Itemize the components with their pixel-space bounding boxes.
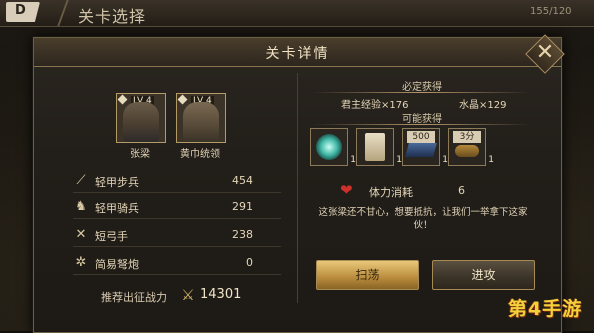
reward-item[interactable]: 1: [310, 128, 356, 166]
scroll-icon: [365, 133, 385, 161]
attack-button[interactable]: 进攻: [432, 260, 535, 290]
section-divider: [313, 92, 531, 93]
dialog-header: 关卡详情: [34, 38, 561, 67]
crossed-swords-icon: ⚔: [181, 286, 195, 304]
orb-icon: [316, 134, 342, 160]
blue-gem-icon: [405, 143, 437, 157]
hero-face: [123, 102, 159, 142]
possible-rewards-title: 可能获得: [402, 114, 442, 125]
panel-divider: [297, 73, 298, 303]
gold-icon: [455, 145, 479, 157]
stage-quote: 这张梁还不甘心，想要抵抗，让我们一举拿下这家伙！: [318, 207, 528, 231]
back-label: D: [15, 3, 26, 18]
unit-count: 238: [232, 228, 253, 241]
reward-item[interactable]: 500 1: [402, 128, 448, 166]
sweep-button[interactable]: 扫荡: [316, 260, 419, 290]
guaranteed-rewards-title: 必定获得: [402, 82, 442, 93]
unit-row: ✕ 短弓手 238: [73, 226, 281, 247]
stamina-value: 6: [458, 184, 465, 197]
item-count: 1: [488, 155, 494, 165]
stamina-label: 体力消耗: [369, 186, 413, 199]
hero-portrait[interactable]: LV 4: [116, 93, 166, 143]
catapult-icon: ✲: [75, 255, 87, 270]
heart-icon: ❤: [340, 181, 353, 199]
unit-count: 0: [246, 256, 253, 269]
top-divider: [57, 0, 69, 26]
unit-row: ⟋ 轻甲步兵 454: [73, 172, 281, 193]
horse-icon: ♞: [75, 199, 87, 214]
unit-name: 轻甲骑兵: [95, 202, 139, 215]
reward-item[interactable]: 1: [356, 128, 402, 166]
unit-count: 454: [232, 174, 253, 187]
recommended-power-label: 推荐出征战力: [101, 291, 167, 304]
top-title: 关卡选择: [78, 7, 147, 26]
unit-count: 291: [232, 200, 253, 213]
unit-row: ✲ 简易弩炮 0: [73, 254, 281, 275]
close-icon[interactable]: ✕: [531, 39, 559, 67]
exp-reward: 君主经验×176: [341, 100, 409, 111]
unit-name: 轻甲步兵: [95, 176, 139, 189]
watermark-logo: 第4手游: [508, 298, 583, 320]
hero-face: [183, 102, 219, 142]
unit-name: 短弓手: [95, 230, 128, 243]
hero-name: 黄巾统领: [180, 149, 220, 160]
item-tag: 500: [407, 131, 435, 143]
hero-portrait[interactable]: LV 4: [176, 93, 226, 143]
bow-icon: ✕: [75, 227, 87, 242]
rank-diamond-icon: [177, 94, 188, 105]
spear-icon: ⟋: [76, 173, 86, 188]
crystal-reward: 水晶×129: [459, 100, 507, 111]
recommended-power-value: 14301: [200, 287, 242, 302]
item-tag: 3分: [453, 131, 481, 143]
unit-name: 简易弩炮: [95, 258, 139, 271]
unit-row: ♞ 轻甲骑兵 291: [73, 198, 281, 219]
section-divider: [313, 124, 531, 125]
back-button[interactable]: D: [6, 2, 40, 22]
reward-item[interactable]: 3分 1: [448, 128, 494, 166]
top-bar: D 关卡选择 155/120: [0, 0, 594, 27]
dialog-title: 关卡详情: [265, 46, 330, 62]
stage-count: 155/120: [530, 6, 572, 17]
rank-diamond-icon: [117, 94, 128, 105]
